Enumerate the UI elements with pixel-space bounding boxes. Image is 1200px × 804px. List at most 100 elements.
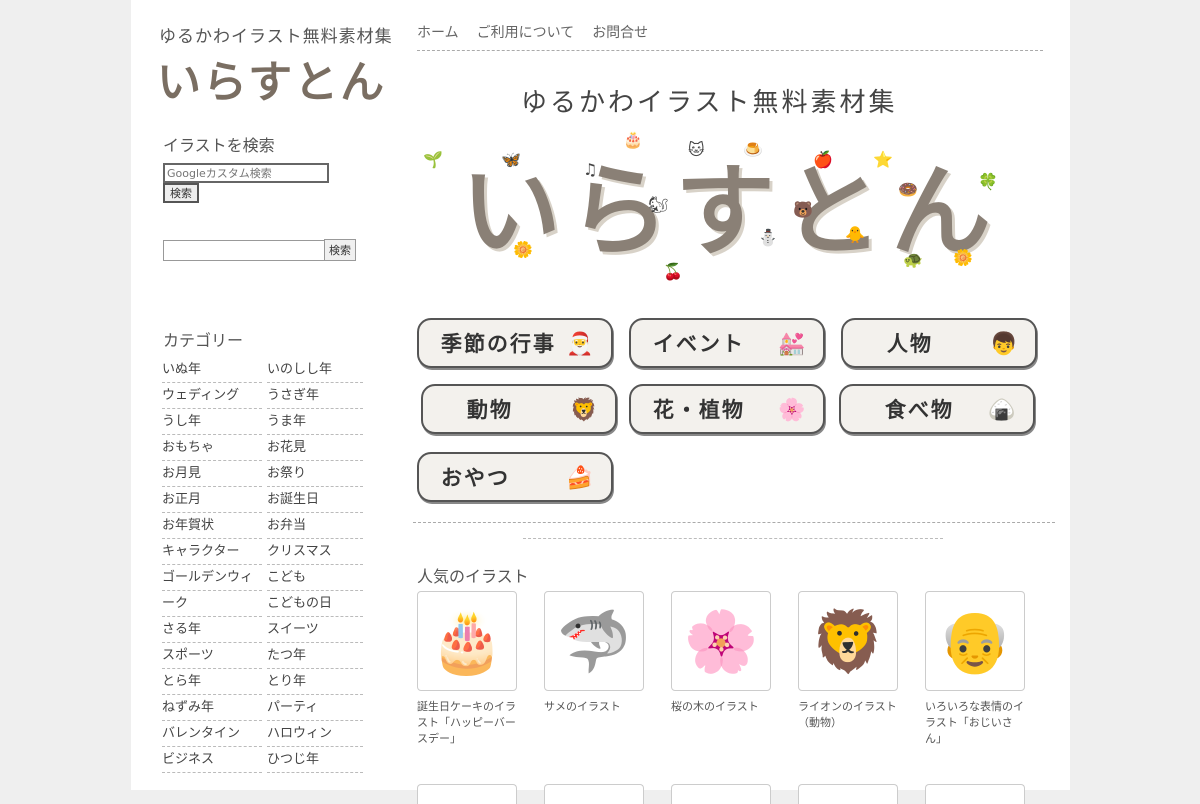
category-link[interactable]: うさぎ年 [267,383,363,409]
site-tagline: ゆるかわイラスト無料素材集 [159,27,393,47]
category-link[interactable]: たつ年 [267,643,363,669]
category-link[interactable]: おもちゃ [162,435,262,461]
category-link[interactable]: ーク [162,591,262,617]
boy-face-icon: 👦 [990,331,1020,357]
category-link[interactable]: ハロウィン [267,721,363,747]
category-row: お月見 お祭り [162,461,363,487]
illustration-thumbnail[interactable] [417,784,517,804]
illustration-caption[interactable]: いろいろな表情のイラスト「おじいさん」 [925,699,1025,747]
category-link[interactable]: こども [267,565,363,591]
site-logo[interactable]: いらすとん [157,46,386,110]
category-row: ーク こどもの日 [162,591,363,617]
old-man-faces-icon: 👴 [937,606,1013,677]
category-row: スポーツ たつ年 [162,643,363,669]
category-link[interactable]: ビジネス [162,747,262,773]
category-link[interactable]: スポーツ [162,643,262,669]
category-link[interactable]: とり年 [267,669,363,695]
cat-icon: 🐱 [688,140,705,159]
wedding-couple-icon: 💒 [778,331,808,357]
popular-item[interactable]: 🦁 ライオンのイラスト（動物） [798,591,898,747]
flower-icon: 🌼 [513,240,533,259]
category-link[interactable]: クリスマス [267,539,363,565]
category-link[interactable]: お誕生日 [267,487,363,513]
category-button-label: イベント [653,332,745,356]
lion-icon: 🦁 [810,606,886,677]
category-link[interactable]: お正月 [162,487,262,513]
birthday-cake-icon: 🎂 [429,606,505,677]
category-link[interactable]: バレンタイン [162,721,262,747]
google-search-button[interactable]: 検索 [163,183,199,203]
category-button-events[interactable]: イベント 💒 [629,318,825,368]
illustration-thumbnail[interactable] [671,784,771,804]
category-link[interactable]: うし年 [162,409,262,435]
category-row: ビジネス ひつじ年 [162,747,363,773]
category-row: うし年 うま年 [162,409,363,435]
category-link[interactable]: ゴールデンウィ [162,565,262,591]
popular-item[interactable]: 🦈 サメのイラスト [544,591,644,747]
category-link[interactable]: お花見 [267,435,363,461]
popular-item[interactable]: 🌸 桜の木のイラスト [671,591,771,747]
illustration-thumbnail[interactable] [544,784,644,804]
category-link[interactable]: お月見 [162,461,262,487]
category-link[interactable]: スイーツ [267,617,363,643]
illustration-thumbnail[interactable]: 🎂 [417,591,517,691]
section-divider [413,522,1055,523]
category-button-plants[interactable]: 花・植物 🌸 [629,384,825,434]
category-button-snacks[interactable]: おやつ 🍰 [417,452,613,502]
illustration-caption[interactable]: 桜の木のイラスト [671,699,771,715]
category-button-animals[interactable]: 動物 🦁 [421,384,617,434]
donut-icon: 🍩 [898,180,918,199]
category-link[interactable]: お祭り [267,461,363,487]
illustration-thumbnail[interactable] [798,784,898,804]
site-search-button[interactable]: 検索 [324,239,356,261]
illustration-thumbnail[interactable]: 🦈 [544,591,644,691]
hero-tagline: ゆるかわイラスト無料素材集 [521,88,898,118]
turtle-icon: 🐢 [903,250,923,269]
illustration-caption[interactable]: サメのイラスト [544,699,644,715]
popular-item[interactable]: 👴 いろいろな表情のイラスト「おじいさん」 [925,591,1025,747]
category-row: いぬ年 いのしし年 [162,357,363,383]
illustration-thumbnail[interactable] [925,784,1025,804]
category-row: とら年 とり年 [162,669,363,695]
section-divider [523,538,943,539]
category-row: おもちゃ お花見 [162,435,363,461]
category-link[interactable]: お年賀状 [162,513,262,539]
category-list: いぬ年 いのしし年 ウェディング うさぎ年 うし年 うま年 おもちゃ お花見 お月見 お祭り お正月… [162,357,363,773]
apple-icon: 🍎 [813,150,833,169]
category-button-food[interactable]: 食べ物 🍙 [839,384,1035,434]
top-nav: ホーム ご利用について お問合せ [417,22,666,42]
category-link[interactable]: こどもの日 [267,591,363,617]
category-link[interactable]: いのしし年 [267,357,363,383]
category-link[interactable]: キャラクター [162,539,262,565]
category-link[interactable]: いぬ年 [162,357,262,383]
illustration-thumbnail[interactable]: 🌸 [671,591,771,691]
pudding-icon: 🍮 [743,140,763,159]
category-link[interactable]: ねずみ年 [162,695,262,721]
leaf-icon: 🌱 [423,150,443,169]
google-search-input[interactable] [163,163,329,183]
cherry-tree-icon: 🌸 [683,606,759,677]
category-link[interactable]: さる年 [162,617,262,643]
category-row: ウェディング うさぎ年 [162,383,363,409]
category-link[interactable]: うま年 [267,409,363,435]
category-button-people[interactable]: 人物 👦 [841,318,1037,368]
category-link[interactable]: ウェディング [162,383,262,409]
category-row: キャラクター クリスマス [162,539,363,565]
illustration-thumbnail[interactable]: 🦁 [798,591,898,691]
page-container: ゆるかわイラスト無料素材集 いらすとん イラストを検索 検索 検索 カテゴリー … [131,0,1070,804]
category-link[interactable]: ひつじ年 [267,747,363,773]
nav-usage[interactable]: ご利用について [477,22,575,42]
illustration-caption[interactable]: ライオンのイラスト（動物） [798,699,898,731]
nav-contact[interactable]: お問合せ [592,22,648,42]
category-link[interactable]: パーティ [267,695,363,721]
category-button-label: 人物 [887,332,933,356]
illustration-caption[interactable]: 誕生日ケーキのイラスト「ハッピーバースデー」 [417,699,517,747]
popular-item[interactable]: 🎂 誕生日ケーキのイラスト「ハッピーバースデー」 [417,591,517,747]
nav-home[interactable]: ホーム [417,22,459,42]
site-search-input[interactable] [163,240,325,261]
illustration-thumbnail[interactable]: 👴 [925,591,1025,691]
category-button-seasonal[interactable]: 季節の行事 🎅 [417,318,613,368]
nav-divider [417,50,1043,51]
category-link[interactable]: とら年 [162,669,262,695]
category-link[interactable]: お弁当 [267,513,363,539]
